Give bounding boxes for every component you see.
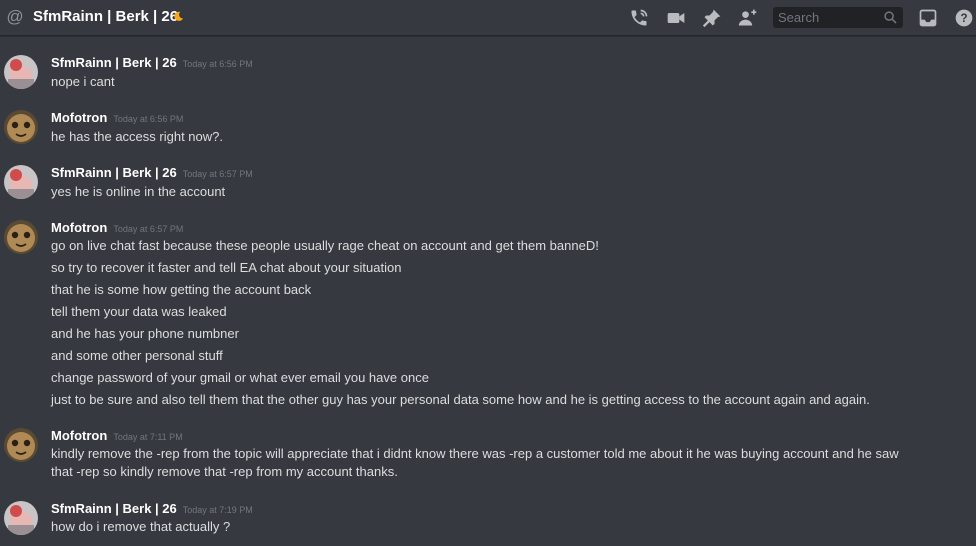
message-timestamp: Today at 7:19 PM	[182, 505, 253, 515]
avatar[interactable]	[4, 55, 38, 89]
message-timestamp: Today at 7:11 PM	[113, 432, 183, 442]
message-line: just to be sure and also tell them that …	[51, 392, 870, 407]
search-icon	[884, 11, 897, 24]
message-author[interactable]: SfmRainn | Berk | 26 Today at 7:19 PM	[51, 501, 253, 518]
avatar[interactable]	[4, 428, 38, 462]
avatar[interactable]	[4, 110, 38, 144]
message-line: change password of your gmail or what ev…	[51, 370, 429, 385]
message-line: tell them your data was leaked	[51, 304, 227, 319]
message-line: kindly remove the -rep from the topic wi…	[51, 446, 899, 479]
channel-title: SfmRainn | Berk | 26	[33, 8, 179, 25]
call-icon[interactable]	[628, 8, 650, 28]
message-line: how do i remove that actually ?	[51, 519, 231, 534]
avatar[interactable]	[4, 501, 38, 535]
message-author[interactable]: Mofotron Today at 6:57 PM	[51, 220, 183, 237]
channel-header: @ SfmRainn | Berk | 26 ?	[0, 0, 976, 36]
message-line: nope i cant	[51, 74, 115, 89]
svg-text:?: ?	[960, 12, 967, 25]
message-timestamp: Today at 6:57 PM	[182, 169, 253, 179]
message-list: SfmRainn | Berk | 26 Today at 6:56 PM nop…	[0, 40, 976, 546]
message-line: that he is some how getting the account …	[51, 282, 312, 297]
avatar[interactable]	[4, 165, 38, 199]
help-icon[interactable]: ?	[953, 8, 975, 28]
message-line: and he has your phone numbner	[51, 326, 239, 341]
search-input[interactable]	[773, 7, 877, 28]
message-author[interactable]: SfmRainn | Berk | 26 Today at 6:56 PM	[51, 55, 253, 72]
avatar[interactable]	[4, 220, 38, 254]
moon-icon	[174, 11, 184, 21]
pin-icon[interactable]	[701, 8, 723, 28]
message-line: yes he is online in the account	[51, 184, 226, 199]
video-icon[interactable]	[665, 8, 687, 28]
at-icon: @	[6, 7, 24, 26]
message-timestamp: Today at 6:56 PM	[182, 59, 253, 69]
message-author[interactable]: Mofotron Today at 7:11 PM	[51, 428, 183, 445]
message-timestamp: Today at 6:56 PM	[113, 114, 184, 124]
add-friend-icon[interactable]	[737, 8, 759, 28]
message-author[interactable]: Mofotron Today at 6:56 PM	[51, 110, 183, 127]
message-timestamp: Today at 6:57 PM	[113, 224, 184, 234]
message-line: so try to recover it faster and tell EA …	[51, 260, 402, 275]
message-author[interactable]: SfmRainn | Berk | 26 Today at 6:57 PM	[51, 165, 253, 182]
message-line: he has the access right now?.	[51, 129, 223, 144]
search-box[interactable]	[773, 7, 903, 28]
message-line: go on live chat fast because these peopl…	[51, 238, 599, 253]
message-line: and some other personal stuff	[51, 348, 223, 363]
inbox-icon[interactable]	[917, 8, 939, 28]
